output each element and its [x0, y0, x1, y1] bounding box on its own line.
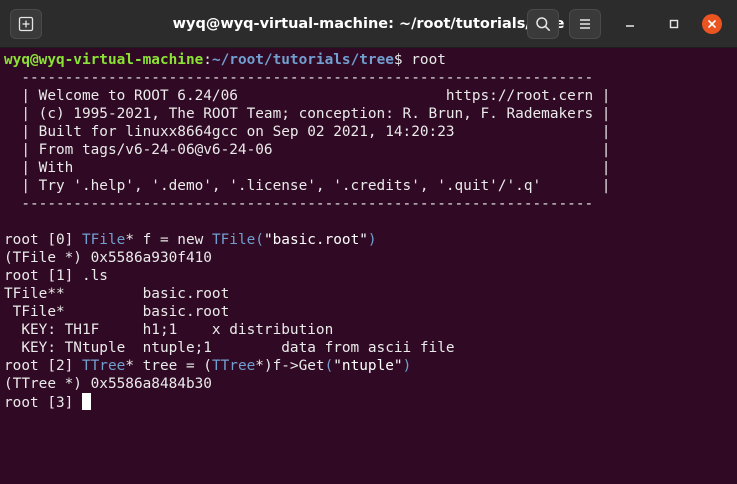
banner-line: | From tags/v6-24-06@v6-24-06 | — [4, 142, 611, 158]
banner-border-top: ----------------------------------------… — [4, 70, 594, 86]
code-text: * f = new — [125, 232, 212, 248]
maximize-icon — [669, 19, 679, 29]
root-input-line[interactable]: root [3] — [4, 393, 91, 411]
paren: ( — [324, 358, 334, 374]
minimize-button[interactable] — [618, 12, 642, 36]
code-text: *)f->Get — [255, 358, 325, 374]
root-prompt: root [0] — [4, 232, 82, 248]
text-cursor — [81, 393, 91, 410]
paren: ( — [255, 232, 264, 248]
window-titlebar: wyq@wyq-virtual-machine: ~/root/tutorial… — [0, 0, 737, 48]
ls-output-line: KEY: TH1F h1;1 x distribution — [4, 322, 334, 338]
class-name: TTree — [211, 358, 256, 374]
class-name: TFile — [211, 232, 256, 248]
banner-border-bottom: ----------------------------------------… — [4, 196, 594, 212]
close-icon — [702, 14, 722, 34]
root-input-line: root [2] TTree* tree = (TTree*)f->Get("n… — [4, 357, 411, 375]
class-name: TTree — [81, 358, 126, 374]
prompt-separator: : — [203, 52, 212, 68]
search-icon — [536, 17, 550, 31]
new-tab-button[interactable] — [10, 9, 42, 39]
root-prompt: root [2] — [4, 358, 82, 374]
root-input-line: root [0] TFile* f = new TFile("basic.roo… — [4, 231, 377, 249]
new-tab-icon — [18, 16, 34, 32]
root-output-line: (TTree *) 0x5586a8484b30 — [4, 376, 212, 392]
prompt-command: root — [402, 52, 446, 68]
paren: ) — [367, 232, 377, 248]
banner-line: | Try '.help', '.demo', '.license', '.cr… — [4, 178, 611, 194]
prompt-dollar: $ — [393, 52, 403, 68]
close-button[interactable] — [700, 12, 724, 36]
class-name: TFile — [81, 232, 126, 248]
search-button[interactable] — [527, 9, 559, 39]
root-prompt: root [3] — [4, 395, 82, 411]
code-text: * tree = ( — [125, 358, 212, 374]
ls-output-line: TFile** basic.root — [4, 286, 230, 302]
prompt-path: ~/root/tutorials/tree — [211, 52, 394, 68]
string-literal: "ntuple" — [333, 358, 403, 374]
hamburger-menu-icon — [580, 19, 590, 29]
minimize-icon — [626, 25, 634, 27]
banner-line: | Built for linuxx8664gcc on Sep 02 2021… — [4, 124, 611, 140]
root-input-line: root [1] .ls — [4, 268, 108, 284]
maximize-button[interactable] — [662, 12, 686, 36]
banner-line: | Welcome to ROOT 6.24/06 https://root.c… — [4, 88, 611, 104]
banner-line: | With | — [4, 160, 611, 176]
ls-output-line: KEY: TNtuple ntuple;1 data from ascii fi… — [4, 340, 455, 356]
banner-line: | (c) 1995-2021, The ROOT Team; concepti… — [4, 106, 611, 122]
ls-output-line: TFile* basic.root — [4, 304, 230, 320]
root-output-line: (TFile *) 0x5586a930f410 — [4, 250, 212, 266]
shell-prompt-line: wyq@wyq-virtual-machine:~/root/tutorials… — [4, 51, 446, 69]
menu-button[interactable] — [569, 9, 601, 39]
terminal-area[interactable]: wyq@wyq-virtual-machine:~/root/tutorials… — [0, 49, 737, 484]
string-literal: "basic.root" — [263, 232, 368, 248]
paren: ) — [402, 358, 412, 374]
prompt-user-host: wyq@wyq-virtual-machine — [4, 52, 204, 68]
